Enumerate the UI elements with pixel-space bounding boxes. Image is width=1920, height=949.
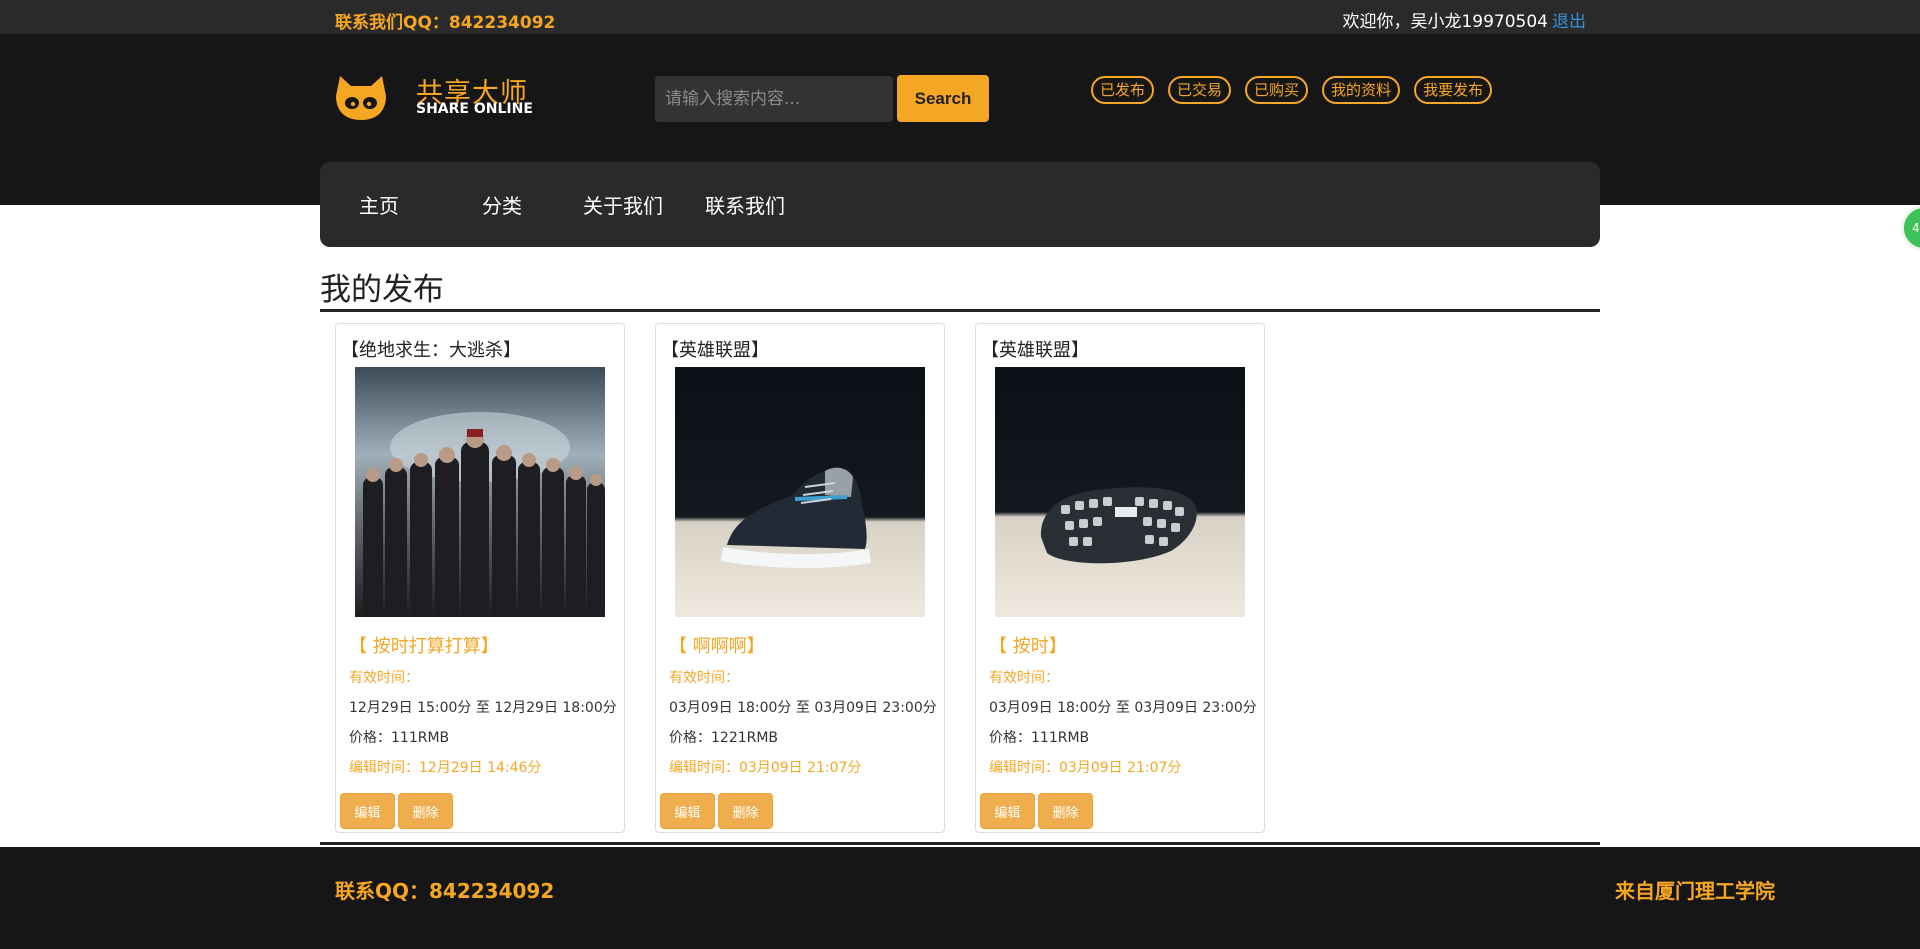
- sneaker-sole-image[interactable]: [995, 367, 1245, 617]
- valid-time-label: 有效时间：: [349, 670, 419, 686]
- post-category: 【绝地求生：大逃杀】: [341, 340, 521, 361]
- nav-contact[interactable]: 联系我们: [705, 190, 785, 219]
- nav-home[interactable]: 主页: [359, 190, 399, 219]
- title-divider: [320, 309, 1600, 312]
- post-price: 价格：111RMB: [989, 730, 1090, 746]
- site-footer: 联系QQ：842234092 来自厦门理工学院: [0, 847, 1920, 949]
- valid-time-range: 03月09日 18:00分 至 03月09日 23:00分: [669, 700, 937, 716]
- post-title[interactable]: 【 按时打算打算】: [349, 632, 499, 658]
- top-contact-qq: 联系我们QQ：842234092: [335, 13, 556, 33]
- top-bar: 联系我们QQ：842234092 欢迎你，吴小龙19970504 退出: [0, 0, 1920, 34]
- my-profile-link[interactable]: 我的资料: [1322, 76, 1401, 104]
- published-link[interactable]: 已发布: [1091, 76, 1155, 104]
- edit-button[interactable]: 编辑: [980, 793, 1035, 829]
- nav-about[interactable]: 关于我们: [583, 190, 663, 219]
- logout-link[interactable]: 退出: [1552, 12, 1586, 32]
- welcome-message: 欢迎你，吴小龙19970504 退出: [1342, 7, 1586, 32]
- main-nav: 主页 分类 关于我们 联系我们: [320, 162, 1600, 247]
- post-card: 【绝地求生：大逃杀】 【 按时打算打算】 有效时间： 12月29日 15:00分…: [335, 323, 625, 833]
- traded-link[interactable]: 已交易: [1168, 76, 1232, 104]
- edit-button[interactable]: 编辑: [340, 793, 395, 829]
- valid-time-label: 有效时间：: [669, 670, 739, 686]
- post-category: 【英雄联盟】: [981, 340, 1089, 361]
- post-category: 【英雄联盟】: [661, 340, 769, 361]
- post-card: 【英雄联盟】 【 按时】 有效时间： 03月09日 18:00分 至 03月09…: [975, 323, 1265, 833]
- delete-button[interactable]: 删除: [718, 793, 773, 829]
- page-title: 我的发布: [320, 272, 444, 308]
- floating-widget[interactable]: 44: [1901, 205, 1920, 251]
- delete-button[interactable]: 删除: [1038, 793, 1093, 829]
- delete-button[interactable]: 删除: [398, 793, 453, 829]
- footer-school: 来自厦门理工学院: [1615, 879, 1775, 903]
- floating-widget-count: 44: [1912, 221, 1920, 235]
- logo-subtitle: SHARE ONLINE: [416, 101, 533, 117]
- edit-time: 编辑时间：03月09日 21:07分: [669, 760, 862, 776]
- search-button[interactable]: Search: [897, 75, 989, 122]
- footer-contact-qq: 联系QQ：842234092: [335, 879, 555, 903]
- game-characters-image[interactable]: [355, 367, 605, 617]
- valid-time-label: 有效时间：: [989, 670, 1059, 686]
- post-card: 【英雄联盟】 【 啊啊啊】 有效时间： 03月09日 18:00分 至 03月0…: [655, 323, 945, 833]
- valid-time-range: 03月09日 18:00分 至 03月09日 23:00分: [989, 700, 1257, 716]
- post-price: 价格：1221RMB: [669, 730, 779, 746]
- publish-new-link[interactable]: 我要发布: [1414, 76, 1493, 104]
- search-input[interactable]: [655, 76, 893, 122]
- welcome-text: 欢迎你，吴小龙19970504: [1342, 12, 1548, 32]
- post-price: 价格：111RMB: [349, 730, 450, 746]
- edit-time: 编辑时间：12月29日 14:46分: [349, 760, 542, 776]
- nav-category[interactable]: 分类: [482, 190, 522, 219]
- sneaker-side-image[interactable]: [675, 367, 925, 617]
- post-title[interactable]: 【 按时】: [989, 632, 1067, 658]
- edit-button[interactable]: 编辑: [660, 793, 715, 829]
- purchased-link[interactable]: 已购买: [1245, 76, 1309, 104]
- valid-time-range: 12月29日 15:00分 至 12月29日 18:00分: [349, 700, 617, 716]
- post-title[interactable]: 【 啊啊啊】: [669, 632, 765, 658]
- user-links: 已发布 已交易 已购买 我的资料 我要发布: [1091, 76, 1493, 104]
- cat-logo-icon[interactable]: [334, 74, 388, 122]
- bottom-divider: [320, 842, 1600, 845]
- edit-time: 编辑时间：03月09日 21:07分: [989, 760, 1182, 776]
